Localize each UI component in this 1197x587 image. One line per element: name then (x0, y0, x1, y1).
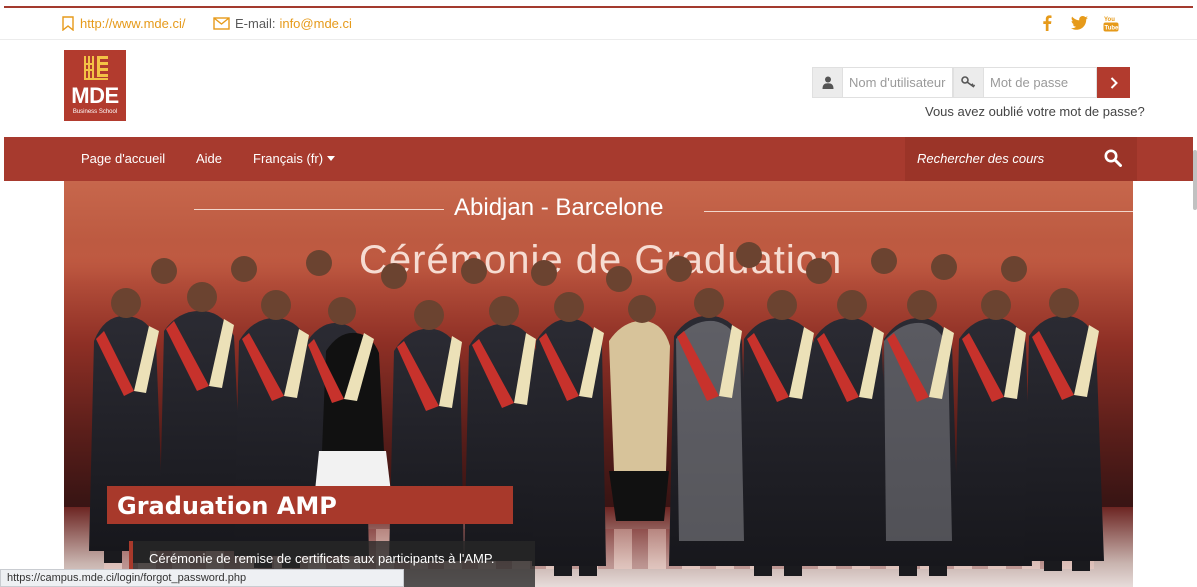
envelope-icon (213, 17, 230, 30)
hero-banner-line1: Abidjan - Barcelone (454, 194, 664, 221)
key-icon (953, 67, 984, 98)
mde-logo[interactable]: MDE Business School (64, 50, 126, 121)
logo-text: MDE (71, 83, 119, 108)
banner-rule-left (194, 209, 444, 210)
email-link[interactable]: info@mde.ci (279, 16, 351, 31)
slide-title: Graduation AMP (107, 486, 513, 524)
login-submit-button[interactable] (1097, 67, 1130, 98)
user-icon (812, 67, 843, 98)
svg-text:You: You (1104, 17, 1115, 23)
course-search-input[interactable]: Rechercher des cours (917, 151, 1044, 166)
password-input[interactable]: Mot de passe (984, 67, 1097, 98)
graduates-group-photo (89, 242, 1104, 576)
top-info-bar: http://www.mde.ci/ E-mail: info@mde.ci Y… (0, 8, 1197, 40)
browser-status-url: https://campus.mde.ci/login/forgot_passw… (0, 569, 404, 587)
website-link[interactable]: http://www.mde.ci/ (80, 16, 185, 31)
forgot-password-link[interactable]: Vous avez oublié votre mot de passe? (925, 104, 1145, 119)
facebook-icon[interactable] (1037, 13, 1057, 33)
logo-emblem-icon (84, 56, 108, 80)
search-icon[interactable] (1104, 149, 1122, 167)
login-form: Nom d'utilisateur Mot de passe (812, 67, 1130, 98)
twitter-icon[interactable] (1069, 13, 1089, 33)
course-search[interactable]: Rechercher des cours (905, 137, 1137, 181)
website-info[interactable]: http://www.mde.ci/ (61, 16, 185, 31)
caret-down-icon (327, 156, 336, 161)
chevron-right-icon (1110, 76, 1118, 89)
svg-text:Tube: Tube (1105, 26, 1120, 32)
email-label: E-mail: (235, 16, 276, 31)
youtube-icon[interactable]: You Tube (1101, 13, 1121, 33)
banner-rule-right (704, 211, 1133, 212)
main-nav: Page d'accueil Aide Français (fr) Recher… (4, 137, 1193, 181)
nav-item-home[interactable]: Page d'accueil (81, 151, 165, 166)
logo-subtitle: Business School (72, 109, 118, 115)
nav-item-help[interactable]: Aide (196, 151, 222, 166)
hero-slide[interactable]: Abidjan - Barcelone Cérémonie de Graduat… (64, 181, 1133, 587)
language-label: Français (fr) (253, 151, 324, 166)
email-info[interactable]: E-mail: info@mde.ci (213, 16, 352, 31)
page: http://www.mde.ci/ E-mail: info@mde.ci Y… (0, 0, 1197, 587)
bookmark-icon (62, 16, 74, 31)
username-input[interactable]: Nom d'utilisateur (843, 67, 953, 98)
page-scrollbar[interactable] (1193, 150, 1197, 210)
nav-item-language[interactable]: Français (fr) (253, 151, 336, 166)
